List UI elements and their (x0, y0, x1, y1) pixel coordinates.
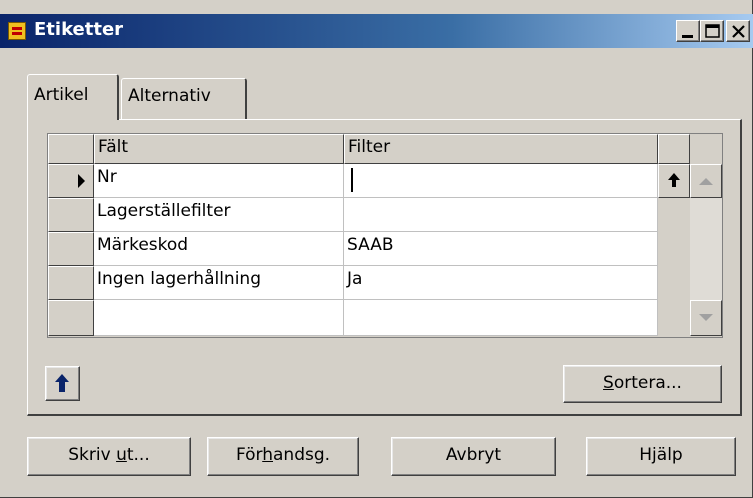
field-cell-ingen-lagerhallning-text: Ingen lagerhållning (97, 269, 261, 289)
cancel-button[interactable]: Avbryt (391, 437, 556, 476)
cancel-button-label: Avbryt (445, 445, 502, 465)
scrollbar-track[interactable] (690, 198, 722, 300)
sort-button[interactable]: Sortera... (563, 365, 722, 403)
help-button-label: Hjälp (639, 445, 683, 465)
print-button[interactable]: Skriv ut... (27, 437, 191, 476)
preview-button-label-post: andsg. (273, 445, 331, 465)
column-header-filter-label: Filter (348, 137, 391, 157)
arrow-up-icon (55, 374, 69, 392)
title-bar[interactable]: Etiketter (0, 14, 753, 48)
scroll-up-icon (699, 178, 713, 185)
grid-corner-header (48, 134, 94, 164)
filter-input-nr[interactable] (344, 164, 658, 198)
field-cell-ingen-lagerhallning[interactable]: Ingen lagerhållning (94, 266, 344, 300)
minimize-button[interactable] (676, 20, 700, 42)
close-icon (732, 25, 745, 38)
preview-button-label-accel: h (262, 445, 273, 465)
row-header-1[interactable] (48, 164, 94, 198)
tab-alternativ-label: Alternativ (128, 86, 211, 106)
tab-alternativ[interactable]: Alternativ (121, 78, 247, 119)
field-cell-nr-text: Nr (97, 167, 117, 187)
window-title: Etiketter (34, 19, 124, 40)
sort-button-label-post: ortera... (613, 373, 682, 393)
move-up-button[interactable] (45, 366, 80, 401)
field-cell-empty[interactable] (94, 300, 344, 336)
etiketter-window: Etiketter Artikel Alternativ Fält Filter… (0, 0, 753, 498)
print-button-label-pre: Skriv (68, 445, 117, 465)
close-button[interactable] (726, 20, 750, 42)
filter-input-ingen-lagerhallning[interactable]: Ja (344, 266, 658, 300)
field-cell-markeskod[interactable]: Märkeskod (94, 232, 344, 266)
field-filter-grid: Fält Filter Nr Lagerställefilter Märkesk… (47, 133, 723, 338)
row-header-5[interactable] (48, 300, 94, 336)
lookup-button[interactable] (658, 164, 690, 198)
scroll-down-icon (699, 314, 713, 321)
filter-input-markeskod-text: SAAB (347, 235, 394, 255)
sort-button-label-accel: S (603, 373, 614, 393)
filter-input-markeskod[interactable]: SAAB (344, 232, 658, 266)
field-cell-nr[interactable]: Nr (94, 164, 344, 198)
minimize-icon (682, 35, 693, 38)
scroll-down-button[interactable] (690, 300, 722, 336)
column-header-filter[interactable]: Filter (344, 134, 658, 164)
field-cell-lagerstallefilter[interactable]: Lagerställefilter (94, 198, 344, 232)
text-cursor (351, 168, 353, 192)
print-button-label-post: t... (126, 445, 150, 465)
field-cell-markeskod-text: Märkeskod (97, 235, 189, 255)
column-header-extra (658, 134, 690, 164)
filter-input-empty[interactable] (344, 300, 658, 336)
row-header-4[interactable] (48, 266, 94, 300)
field-cell-lagerstallefilter-text: Lagerställefilter (97, 201, 231, 221)
scroll-up-button[interactable] (690, 164, 722, 198)
arrow-up-icon (668, 173, 680, 187)
preview-button[interactable]: Förhandsg. (207, 437, 359, 476)
preview-button-label-pre: För (235, 445, 263, 465)
filter-input-lagerstallefilter[interactable] (344, 198, 658, 232)
row-header-3[interactable] (48, 232, 94, 266)
tab-artikel[interactable]: Artikel (27, 74, 119, 120)
column-header-falt-label: Fält (98, 137, 129, 157)
print-button-label-accel: u (116, 445, 127, 465)
maximize-icon (705, 24, 720, 38)
etiketter-app-icon[interactable] (8, 22, 26, 40)
column-header-falt[interactable]: Fält (94, 134, 344, 164)
filter-input-ingen-lagerhallning-text: Ja (347, 269, 363, 289)
row-pointer-icon (78, 174, 85, 188)
maximize-button[interactable] (700, 20, 724, 42)
tab-artikel-label: Artikel (34, 85, 89, 105)
row-header-2[interactable] (48, 198, 94, 232)
help-button[interactable]: Hjälp (586, 437, 736, 476)
